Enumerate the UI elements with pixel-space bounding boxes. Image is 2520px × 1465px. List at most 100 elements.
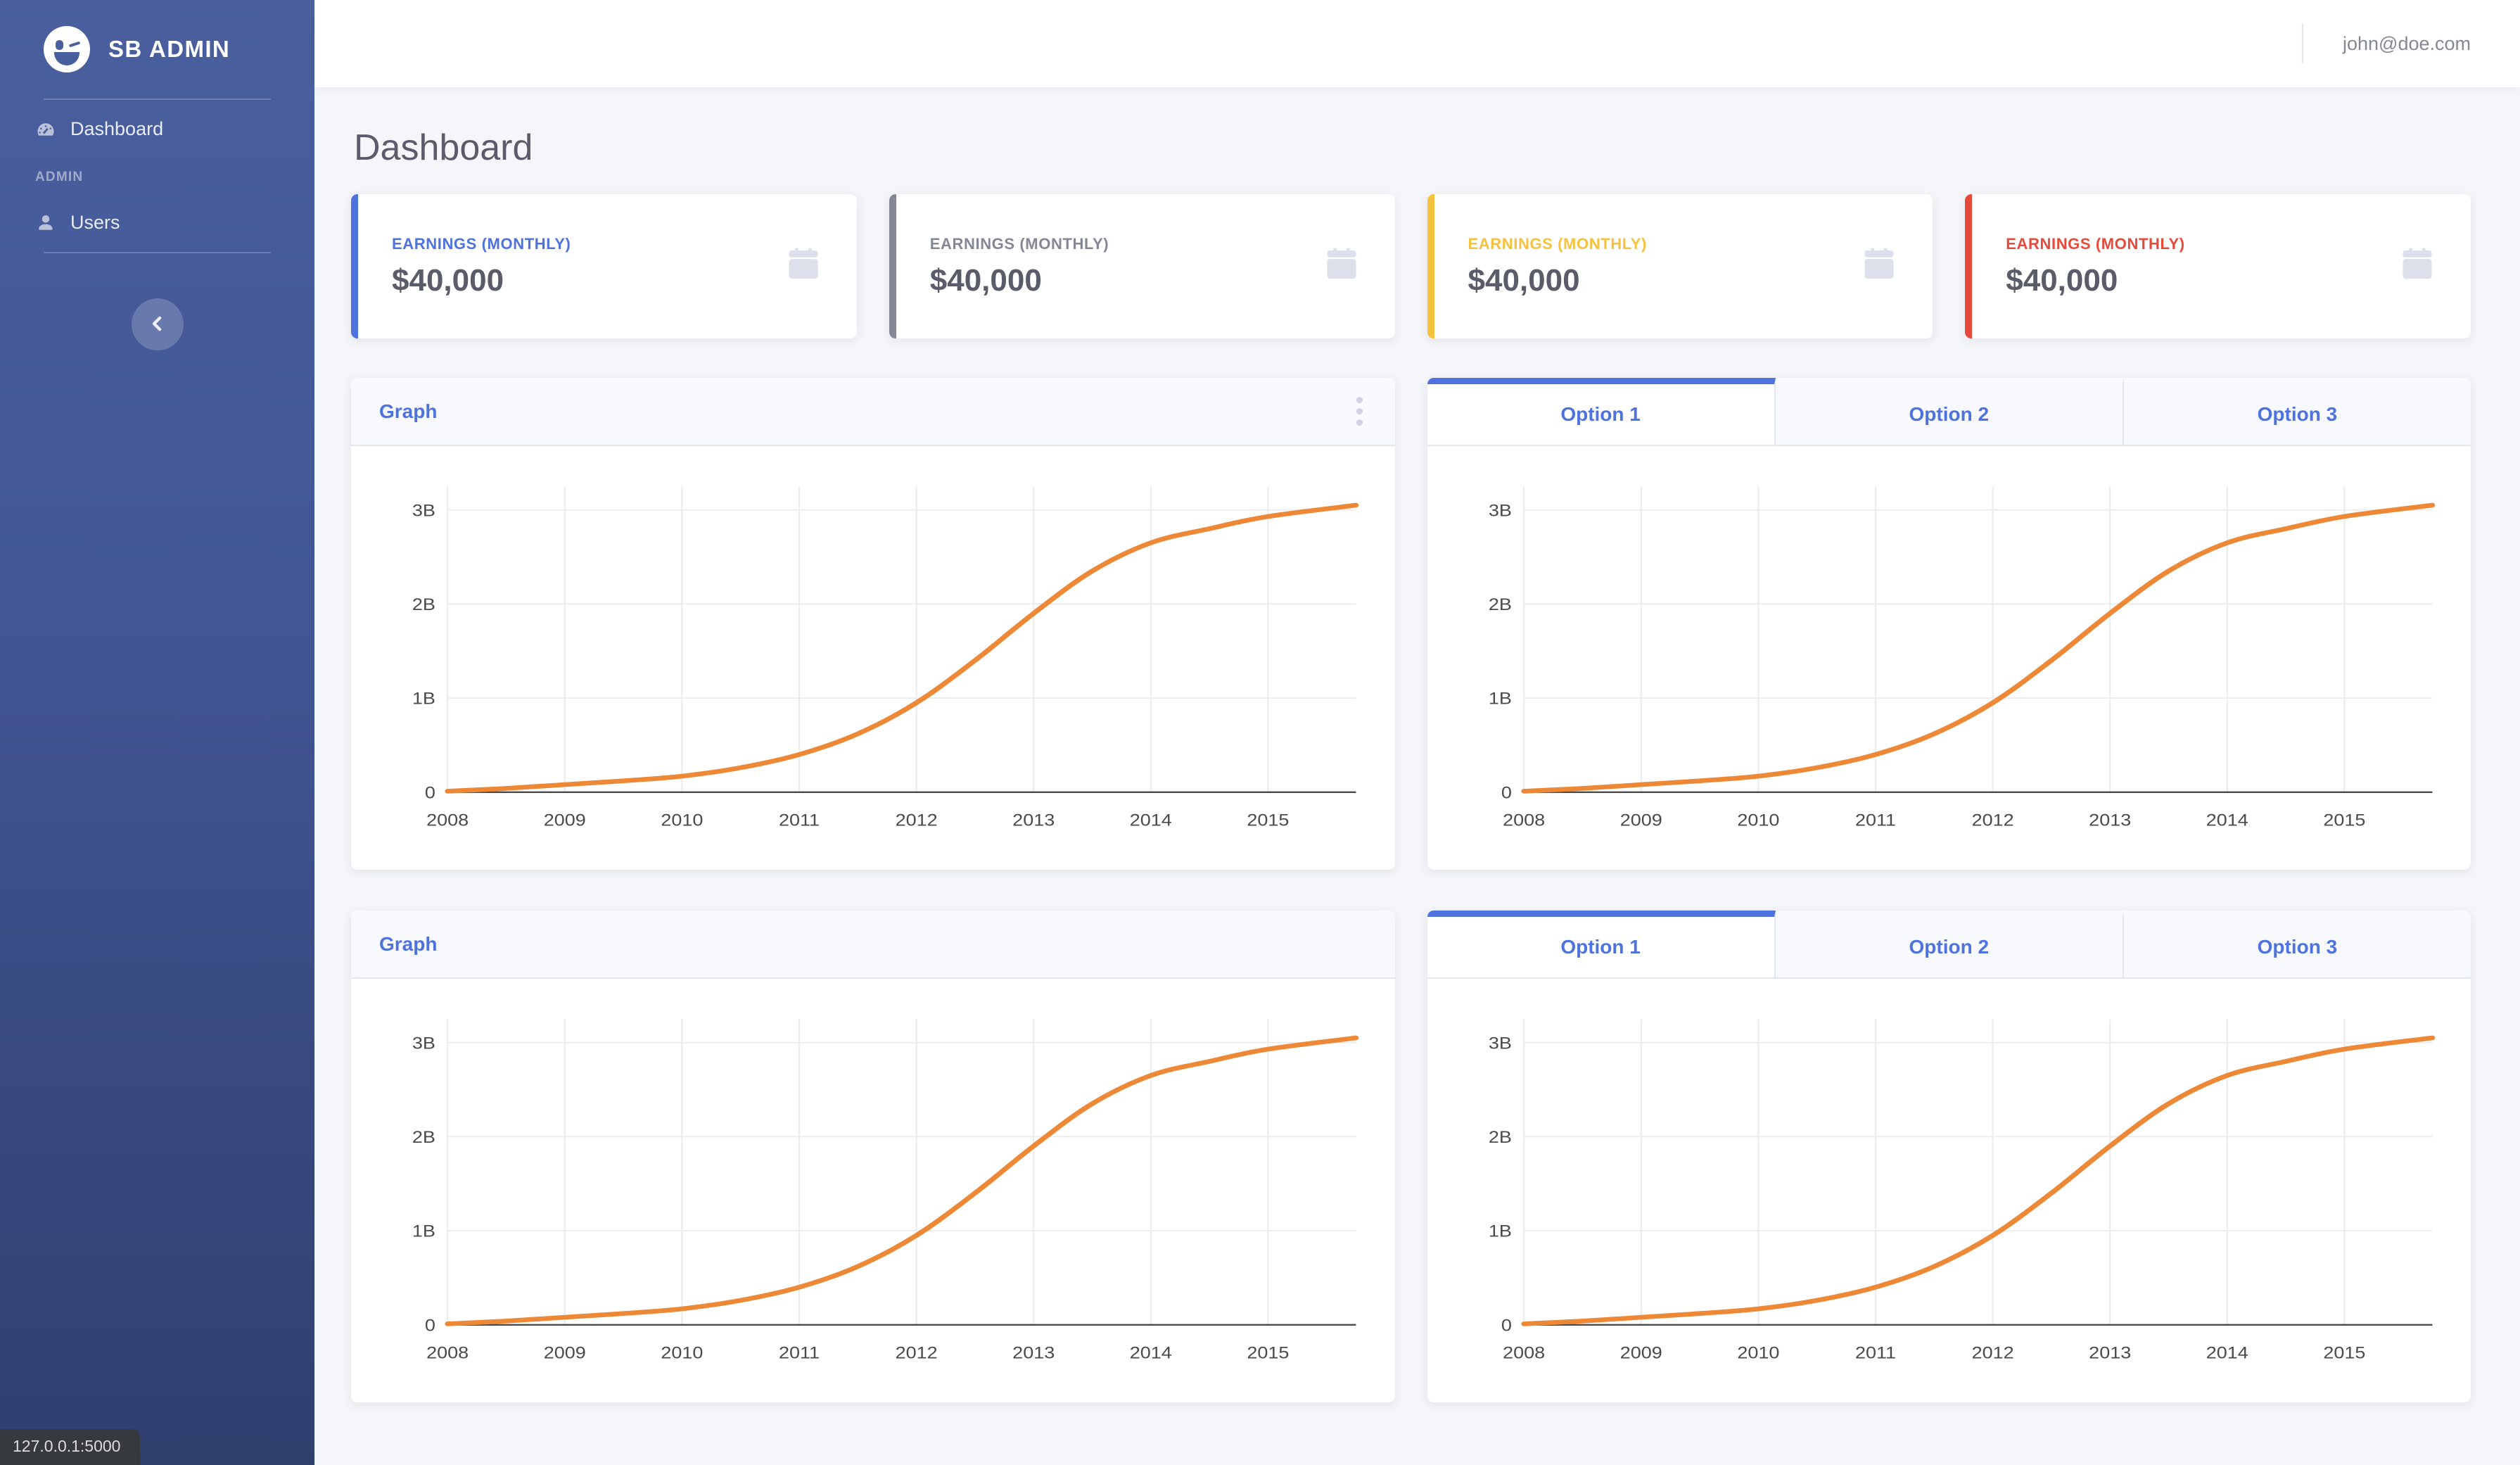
svg-text:2014: 2014 xyxy=(2206,811,2248,830)
user-email[interactable]: john@doe.com xyxy=(2343,33,2471,55)
sidebar-item-users[interactable]: Users xyxy=(0,194,314,252)
tab-label: Option 3 xyxy=(2257,403,2338,425)
svg-text:2B: 2B xyxy=(412,595,435,614)
svg-text:2008: 2008 xyxy=(1503,1344,1545,1362)
tab-label: Option 2 xyxy=(1909,936,1990,958)
svg-text:2012: 2012 xyxy=(1971,811,2013,830)
stat-card-value: $40,000 xyxy=(929,262,1042,298)
panels-row-bottom: Graph 0 1B 2B 3B 2008 2009 2010 2011 2012 2013 201… xyxy=(351,911,2471,1402)
stat-card-label: EARNINGS (MONTHLY) xyxy=(2006,234,2185,253)
tabs-panel-bottom-body: 0 1B 2B 3B 2008 2009 2010 2011 2012 2013 2014 2015 xyxy=(1427,979,2471,1402)
tab-option-1-bottom[interactable]: Option 1 xyxy=(1427,911,1776,977)
sidebar-item-users-label: Users xyxy=(70,212,120,233)
svg-text:2012: 2012 xyxy=(1971,1344,2013,1362)
brand[interactable]: SB ADMIN xyxy=(0,0,314,99)
sidebar-item-dashboard-label: Dashboard xyxy=(70,118,164,139)
tab-label: Option 1 xyxy=(1560,403,1641,425)
line-chart-graph-bottom: 0 1B 2B 3B 2008 2009 2010 2011 2012 2013 2014 2015 xyxy=(379,1007,1367,1384)
line-chart-tabs-top: 0 1B 2B 3B 2008 2009 2010 2011 2012 2013 2014 2015 xyxy=(1456,474,2443,851)
calendar-icon xyxy=(1322,245,1361,288)
svg-text:3B: 3B xyxy=(1488,502,1511,520)
svg-text:3B: 3B xyxy=(412,1034,435,1053)
svg-text:3B: 3B xyxy=(412,502,435,520)
tab-option-2-top[interactable]: Option 2 xyxy=(1775,378,2124,445)
svg-text:0: 0 xyxy=(1501,784,1511,802)
svg-text:2010: 2010 xyxy=(1737,1344,1779,1362)
svg-text:1B: 1B xyxy=(412,1222,435,1241)
stat-card-value: $40,000 xyxy=(2006,262,2118,298)
app-root: SB ADMIN Dashboard ADMIN Users john@doe.… xyxy=(0,0,2520,1465)
svg-text:2014: 2014 xyxy=(2206,1344,2248,1362)
calendar-icon xyxy=(784,245,823,288)
tabs-panel-bottom: Option 1 Option 2 Option 3 0 1B 2B 3B 2008 20… xyxy=(1427,911,2471,1402)
svg-text:2009: 2009 xyxy=(1619,1344,1662,1362)
stat-card-value: $40,000 xyxy=(392,262,504,298)
svg-text:3B: 3B xyxy=(1488,1034,1511,1053)
svg-text:2011: 2011 xyxy=(1854,811,1895,830)
stat-card-value: $40,000 xyxy=(1468,262,1580,298)
sidebar-heading-admin: ADMIN xyxy=(35,170,84,184)
tab-label: Option 1 xyxy=(1560,936,1641,958)
tachometer-icon xyxy=(35,119,56,140)
svg-text:2013: 2013 xyxy=(2089,811,2131,830)
svg-text:2015: 2015 xyxy=(1247,1344,1289,1362)
graph-panel-bottom-body: 0 1B 2B 3B 2008 2009 2010 2011 2012 2013 2014 2015 xyxy=(351,979,1395,1402)
stat-card-earnings-secondary[interactable]: EARNINGS (MONTHLY) $40,000 xyxy=(889,194,1395,338)
stat-card-text: EARNINGS (MONTHLY) $40,000 xyxy=(1468,235,1647,298)
svg-text:2010: 2010 xyxy=(661,1344,703,1362)
sidebar-toggle-button[interactable] xyxy=(131,298,184,350)
svg-text:2011: 2011 xyxy=(779,1344,820,1362)
stat-card-earnings-danger[interactable]: EARNINGS (MONTHLY) $40,000 xyxy=(1965,194,2471,338)
stat-card-text: EARNINGS (MONTHLY) $40,000 xyxy=(392,235,571,298)
tab-option-1-top[interactable]: Option 1 xyxy=(1427,378,1776,445)
svg-text:2008: 2008 xyxy=(1503,811,1545,830)
sidebar-item-dashboard[interactable]: Dashboard xyxy=(0,100,314,158)
calendar-icon xyxy=(1859,245,1899,288)
svg-text:1B: 1B xyxy=(412,690,435,708)
graph-panel-top-title: Graph xyxy=(379,400,438,422)
stat-card-earnings-warning[interactable]: EARNINGS (MONTHLY) $40,000 xyxy=(1427,194,1933,338)
stat-card-text: EARNINGS (MONTHLY) $40,000 xyxy=(930,235,1109,298)
svg-text:2015: 2015 xyxy=(1247,811,1289,830)
chevron-left-icon xyxy=(147,313,168,336)
sidebar-toggle-wrap xyxy=(0,253,314,350)
svg-text:0: 0 xyxy=(425,1317,435,1335)
line-chart-tabs-bottom: 0 1B 2B 3B 2008 2009 2010 2011 2012 2013 2014 2015 xyxy=(1456,1007,2443,1384)
svg-text:0: 0 xyxy=(1501,1317,1511,1335)
graph-panel-bottom: Graph 0 1B 2B 3B 2008 2009 2010 2011 2012 2013 201… xyxy=(351,911,1395,1402)
svg-text:2B: 2B xyxy=(1488,1128,1511,1146)
graph-panel-top: Graph 0 1B 2B 3B 2008 2009 2010 2011 2012 2013 201… xyxy=(351,378,1395,870)
stat-cards-row: EARNINGS (MONTHLY) $40,000 EARNINGS (MON… xyxy=(351,194,2471,338)
kebab-menu-icon[interactable] xyxy=(1352,393,1367,430)
tabs-panel-bottom-header: Option 1 Option 2 Option 3 xyxy=(1427,911,2471,979)
svg-text:2015: 2015 xyxy=(2323,811,2365,830)
svg-text:2011: 2011 xyxy=(779,811,820,830)
svg-text:2B: 2B xyxy=(412,1128,435,1146)
tabs-panel-top-header: Option 1 Option 2 Option 3 xyxy=(1427,378,2471,446)
svg-text:2014: 2014 xyxy=(1130,1344,1172,1362)
line-chart-graph-top: 0 1B 2B 3B 2008 2009 2010 2011 2012 2013 2014 2015 xyxy=(379,474,1367,851)
svg-text:0: 0 xyxy=(425,784,435,802)
page-title: Dashboard xyxy=(354,127,533,168)
tabs-panel-top-body: 0 1B 2B 3B 2008 2009 2010 2011 2012 2013 2014 2015 xyxy=(1427,446,2471,870)
panels-row-top: Graph 0 1B 2B 3B 2008 2009 2010 2011 2012 2013 201… xyxy=(351,378,2471,870)
tab-option-2-bottom[interactable]: Option 2 xyxy=(1775,911,2124,977)
tab-option-3-top[interactable]: Option 3 xyxy=(2123,378,2471,445)
svg-text:2012: 2012 xyxy=(896,1344,938,1362)
stat-card-earnings-primary[interactable]: EARNINGS (MONTHLY) $40,000 xyxy=(351,194,857,338)
content-area: Dashboard EARNINGS (MONTHLY) $40,000 EAR… xyxy=(314,87,2520,1465)
user-icon xyxy=(35,213,56,234)
topbar-divider xyxy=(2301,24,2303,63)
stat-card-label: EARNINGS (MONTHLY) xyxy=(392,234,571,253)
brand-title: SB ADMIN xyxy=(108,36,231,62)
tab-option-3-bottom[interactable]: Option 3 xyxy=(2123,911,2471,977)
svg-text:2009: 2009 xyxy=(544,1344,586,1362)
topbar: john@doe.com xyxy=(314,0,2520,87)
svg-text:1B: 1B xyxy=(1488,1222,1511,1241)
svg-text:1B: 1B xyxy=(1488,690,1511,708)
stat-card-label: EARNINGS (MONTHLY) xyxy=(1468,234,1647,253)
main-area: john@doe.com Dashboard EARNINGS (MONTHLY… xyxy=(314,0,2520,1465)
tab-label: Option 2 xyxy=(1909,403,1990,425)
svg-text:2010: 2010 xyxy=(1737,811,1779,830)
svg-text:2010: 2010 xyxy=(661,811,703,830)
